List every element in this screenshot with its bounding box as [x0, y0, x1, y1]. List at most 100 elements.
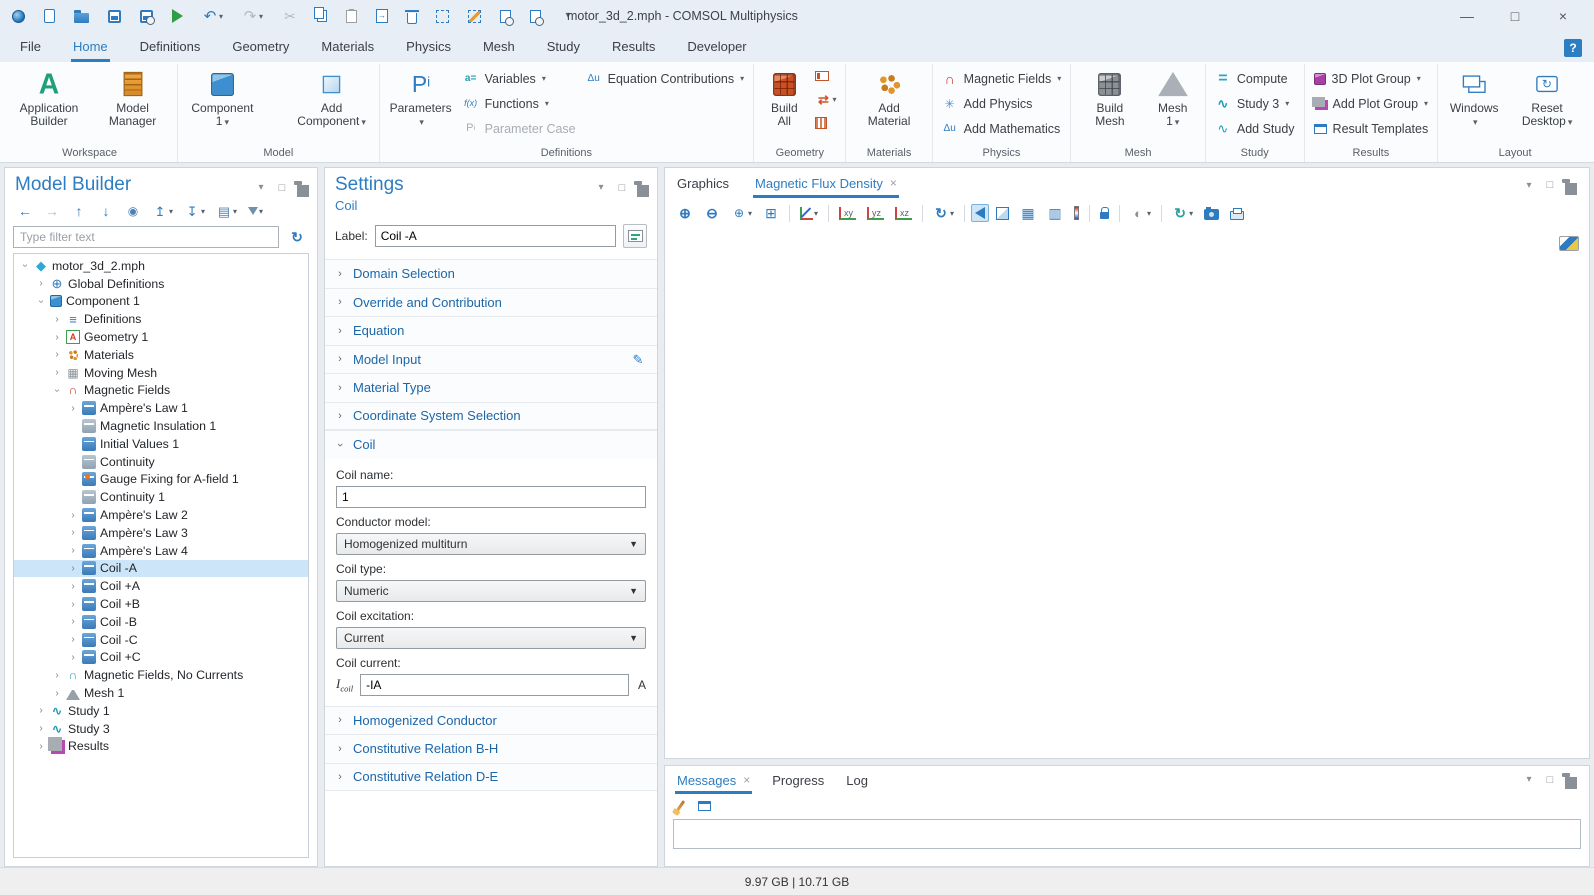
clear-messages-button[interactable] — [675, 797, 686, 815]
expand-arrow-icon[interactable]: › — [68, 403, 78, 414]
run-button[interactable] — [168, 6, 187, 26]
rename-button[interactable] — [623, 224, 647, 248]
section-homogenized-conductor[interactable]: ›Homogenized Conductor — [325, 706, 657, 735]
tree-item-study-1[interactable]: ›∿Study 1 — [14, 702, 308, 720]
open-report-button[interactable] — [694, 798, 715, 814]
parameter-case-button[interactable]: PiParameter Case — [459, 118, 580, 139]
close-icon[interactable]: × — [890, 176, 897, 190]
appearance-button[interactable]: ◐▾ — [1126, 202, 1155, 224]
section-equation[interactable]: ›Equation — [325, 316, 657, 345]
show-button[interactable]: ◉ — [121, 200, 145, 222]
menu-tab-study[interactable]: Study — [545, 39, 582, 62]
forward-button[interactable]: → — [40, 200, 64, 222]
tab-log[interactable]: Log — [846, 766, 868, 794]
menu-tab-results[interactable]: Results — [610, 39, 657, 62]
tree-item-initial-values-1[interactable]: Initial Values 1 — [14, 435, 308, 453]
collapse-all-button[interactable]: ↧▾ — [180, 200, 209, 222]
coil-excitation-select[interactable]: Current▼ — [336, 627, 646, 649]
coil-type-select[interactable]: Numeric▼ — [336, 580, 646, 602]
label-input[interactable] — [375, 225, 616, 247]
save-as-button[interactable] — [136, 7, 157, 26]
tree-item-coil-a[interactable]: ›Coil -A — [14, 560, 308, 578]
grid-button[interactable]: ▦ — [1016, 202, 1040, 224]
close-button[interactable]: × — [1548, 8, 1578, 24]
tree-item-global-definitions[interactable]: ›⊕Global Definitions — [14, 275, 308, 293]
tree-item-materials[interactable]: ›Materials — [14, 346, 308, 364]
expand-arrow-icon[interactable]: › — [52, 332, 62, 343]
add-study-button[interactable]: ∿Add Study — [1211, 118, 1299, 139]
filter-input[interactable] — [13, 226, 279, 248]
section-constitutive-relation-d-e[interactable]: ›Constitutive Relation D-E — [325, 763, 657, 792]
open-file-button[interactable] — [70, 7, 93, 26]
graphics-canvas[interactable] — [665, 228, 1589, 758]
3d-plot-group-button[interactable]: 3D Plot Group▾ — [1310, 68, 1433, 89]
add-plot-group-button[interactable]: Add Plot Group▾ — [1310, 93, 1433, 114]
tree-item-component-1[interactable]: ›Component 1 — [14, 293, 308, 311]
paste-button[interactable] — [342, 7, 361, 26]
expand-arrow-icon[interactable]: › — [68, 652, 78, 663]
zoom-in-button[interactable]: ⊕ — [673, 202, 697, 224]
tree-item-magnetic-fields-no-currents[interactable]: ›∩Magnetic Fields, No Currents — [14, 666, 308, 684]
expand-arrow-icon[interactable]: › — [36, 741, 46, 752]
mesh-1-button[interactable]: Mesh 1▾ — [1146, 64, 1200, 144]
equation-contributions-button[interactable]: ΔuEquation Contributions▾ — [582, 68, 749, 89]
tree-item-mesh-1[interactable]: ›Mesh 1 — [14, 684, 308, 702]
minimize-button[interactable]: — — [1452, 8, 1482, 24]
section-domain-selection[interactable]: ›Domain Selection — [325, 259, 657, 288]
section-constitutive-relation-b-h[interactable]: ›Constitutive Relation B-H — [325, 734, 657, 763]
default-view-button[interactable]: ▾ — [796, 204, 822, 223]
expand-arrow-icon[interactable]: › — [68, 527, 78, 538]
tree-item-amp-re-s-law-3[interactable]: ›Ampère's Law 3 — [14, 524, 308, 542]
expand-arrow-icon[interactable]: › — [68, 545, 78, 556]
section-material-type[interactable]: ›Material Type — [325, 373, 657, 402]
coil-current-input[interactable] — [360, 674, 629, 696]
select-box-button[interactable] — [432, 7, 453, 26]
image-snapshot-button[interactable] — [1200, 204, 1223, 223]
expand-arrow-icon[interactable]: › — [68, 599, 78, 610]
build-all-button[interactable]: Build All — [759, 64, 809, 144]
tree-item-continuity-1[interactable]: Continuity 1 — [14, 488, 308, 506]
filter-button[interactable]: ▾ — [244, 204, 267, 219]
build-mesh-button[interactable]: Build Mesh — [1076, 64, 1143, 144]
update-plot-button[interactable]: ↻▾ — [1168, 202, 1197, 224]
add-component-button[interactable]: Add Component▾ — [290, 64, 374, 144]
add-physics-button[interactable]: ✳Add Physics — [938, 93, 1066, 114]
find-button[interactable] — [496, 7, 515, 26]
tree-item-coil-a[interactable]: ›Coil +A — [14, 577, 308, 595]
delete-button[interactable] — [403, 6, 421, 27]
expand-all-button[interactable]: ↥▾ — [148, 200, 177, 222]
reset-desktop-button[interactable]: ↻ Reset Desktop▾ — [1507, 64, 1587, 144]
component-1-button[interactable]: Component 1▾ — [183, 64, 261, 144]
tree-item-results[interactable]: ›Results — [14, 738, 308, 756]
expand-arrow-icon[interactable]: › — [68, 510, 78, 521]
move-up-button[interactable]: ↑ — [67, 200, 91, 222]
refresh-button[interactable]: ↻ — [285, 226, 309, 248]
redo-button[interactable]: ↷▾ — [238, 5, 267, 27]
section-coordinate-system-selection[interactable]: ›Coordinate System Selection — [325, 402, 657, 431]
tree-item-gauge-fixing-for-a-field-1[interactable]: Gauge Fixing for A-field 1 — [14, 471, 308, 489]
new-file-button[interactable] — [40, 6, 59, 26]
expand-arrow-icon[interactable]: › — [52, 314, 62, 325]
section-coil[interactable]: › Coil — [325, 430, 657, 459]
save-button[interactable] — [104, 7, 125, 26]
transparency-button[interactable] — [971, 204, 989, 222]
print-button[interactable] — [1226, 204, 1248, 223]
collapse-arrow-icon[interactable]: › — [52, 385, 63, 395]
rotate-view-button[interactable]: ↻▾ — [929, 202, 958, 224]
expand-arrow-icon[interactable]: › — [68, 634, 78, 645]
add-mathematics-button[interactable]: ΔuAdd Mathematics — [938, 118, 1066, 139]
section-override-and-contribution[interactable]: ›Override and Contribution — [325, 288, 657, 317]
back-button[interactable]: ← — [13, 200, 37, 222]
expand-arrow-icon[interactable]: › — [52, 688, 62, 699]
tree-item-amp-re-s-law-1[interactable]: ›Ampère's Law 1 — [14, 399, 308, 417]
menu-tab-file[interactable]: File — [18, 39, 43, 62]
expand-arrow-icon[interactable]: › — [52, 670, 62, 681]
show-axis-button[interactable]: ▥ — [1043, 202, 1067, 224]
magnetic-fields-button[interactable]: ∩Magnetic Fields▾ — [938, 68, 1066, 89]
zoom-out-button[interactable]: ⊖ — [700, 202, 724, 224]
section-model-input[interactable]: ›Model Input✎ — [325, 345, 657, 374]
insert-sequence-button[interactable] — [811, 68, 840, 84]
menu-tab-definitions[interactable]: Definitions — [138, 39, 203, 62]
add-material-button[interactable]: Add Material — [851, 64, 926, 144]
functions-button[interactable]: f(x)Functions▾ — [459, 93, 580, 114]
